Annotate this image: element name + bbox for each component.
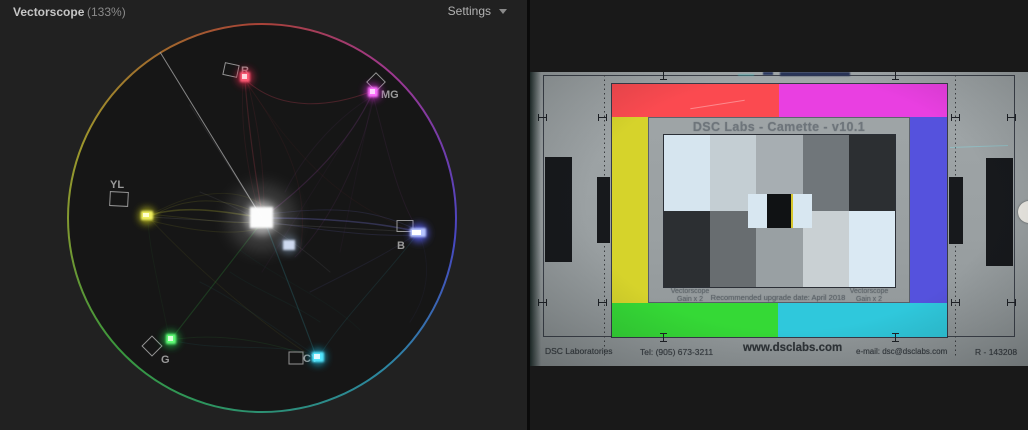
trace-blob-yellow xyxy=(139,208,155,224)
target-box-g xyxy=(142,336,162,356)
footer-company: DSC Laboratories xyxy=(545,346,613,356)
app-window: Vectorscope (133%) Settings xyxy=(0,0,1028,430)
target-label-g: G xyxy=(161,354,170,366)
settings-button[interactable]: Settings xyxy=(448,4,507,18)
grayscale-patch xyxy=(849,211,895,287)
cluster-patch-black xyxy=(767,194,791,228)
registration-ibeam-mark xyxy=(892,333,899,342)
vectorscope-header: Vectorscope (133%) Settings xyxy=(0,0,527,22)
black-reference-bar xyxy=(545,157,572,262)
footer-email: e-mail: dsc@dsclabs.com xyxy=(856,347,947,356)
target-box-cy xyxy=(289,352,303,364)
panel-title: Vectorscope xyxy=(13,5,84,19)
preview-panel: DSC Labs - Camette - v10.1 xyxy=(530,0,1028,430)
trace-blob-magenta xyxy=(365,84,381,100)
registration-hmark xyxy=(598,299,607,306)
color-bar-red xyxy=(612,84,779,117)
trace-blob-cyan xyxy=(310,349,326,365)
registration-hmark xyxy=(1007,299,1016,306)
color-bar-magenta xyxy=(779,84,947,117)
footer-tel: Tel: (905) 673-3211 xyxy=(640,347,713,357)
registration-hmark xyxy=(538,299,547,306)
gain-label-right: Vectorscope Gain x 2 xyxy=(829,288,909,304)
white-hole-punch xyxy=(1018,201,1028,223)
color-bar-cyan xyxy=(778,303,947,337)
color-bar-green xyxy=(612,303,778,337)
settings-label[interactable]: Settings xyxy=(448,4,491,18)
target-label-mg: MG xyxy=(381,89,399,101)
black-reference-bar xyxy=(949,177,963,244)
registration-ibeam-mark xyxy=(660,333,667,342)
cluster-patch-light xyxy=(748,194,767,228)
grayscale-patch xyxy=(664,211,710,287)
target-box-yl xyxy=(110,192,129,207)
color-bar-blue xyxy=(910,117,947,303)
zoom-level: (133%) xyxy=(87,5,126,19)
video-preview[interactable]: DSC Labs - Camette - v10.1 xyxy=(530,72,1028,366)
registration-ibeam-mark xyxy=(660,72,667,80)
black-reference-bar xyxy=(986,158,1013,266)
film-smudge xyxy=(738,74,754,76)
chart-title: DSC Labs - Camette - v10.1 xyxy=(648,120,910,134)
footer-ref-number: R - 143208 xyxy=(975,347,1017,357)
cavi-black-cluster xyxy=(748,194,812,228)
vectorscope-panel: Vectorscope (133%) Settings xyxy=(0,0,527,430)
cluster-patch-light xyxy=(793,194,812,228)
registration-hmark xyxy=(538,114,547,121)
footer-website: www.dsclabs.com xyxy=(743,342,842,354)
trace-blob-red xyxy=(237,69,253,85)
grayscale-patch xyxy=(664,135,710,211)
target-box-r xyxy=(223,63,239,78)
registration-hmark xyxy=(951,114,960,121)
trace-blob-blue xyxy=(410,224,428,242)
vectorscope-display: R MG YL B G CY xyxy=(0,0,527,430)
target-label-b: B xyxy=(397,240,405,252)
registration-ibeam-mark xyxy=(892,72,899,80)
grayscale-patch xyxy=(849,135,895,211)
registration-hmark xyxy=(598,114,607,121)
black-reference-bar xyxy=(597,177,610,243)
trace-center-blob xyxy=(228,184,298,254)
cropped-top-text xyxy=(763,72,773,75)
chevron-down-icon[interactable] xyxy=(499,9,507,14)
trace-blob-green xyxy=(163,331,179,347)
registration-hmark xyxy=(1007,114,1016,121)
color-bar-yellow xyxy=(612,117,648,303)
registration-hmark xyxy=(951,299,960,306)
target-label-yl: YL xyxy=(110,179,124,191)
cropped-top-text xyxy=(780,72,850,76)
